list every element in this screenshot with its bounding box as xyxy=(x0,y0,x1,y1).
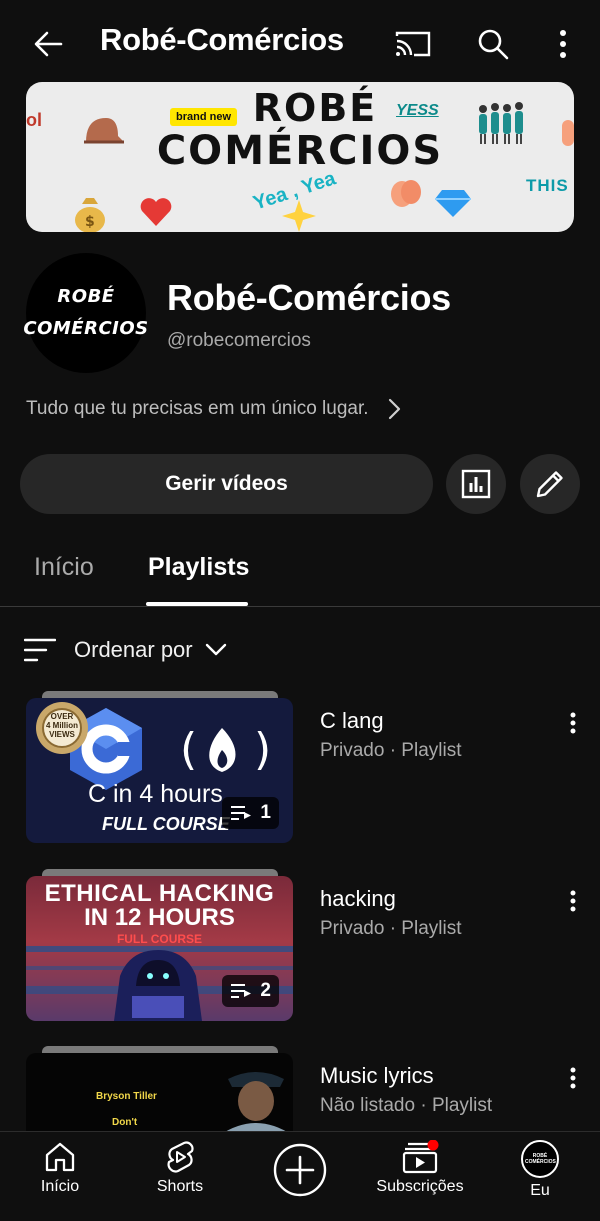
manage-videos-button[interactable]: Gerir vídeos xyxy=(20,454,433,514)
thumb-title: C in 4 hours xyxy=(88,780,223,808)
channel-banner: ol ROBÉ COMÉRCIOS brand new YESS THIS Ye… xyxy=(26,82,574,232)
banner-tag-yess: YESS xyxy=(396,102,439,119)
chevron-right-icon xyxy=(387,398,401,420)
analytics-icon xyxy=(461,469,491,499)
channel-tabs: Início Playlists xyxy=(0,535,600,607)
video-count-badge: 1 xyxy=(222,797,279,829)
cap-icon xyxy=(84,118,124,144)
sort-dropdown[interactable]: Ordenar por xyxy=(24,630,227,670)
video-count: 1 xyxy=(260,802,271,823)
home-icon xyxy=(45,1142,75,1172)
avatar-text-line1: ROBÉ xyxy=(57,286,115,307)
cast-icon[interactable] xyxy=(391,22,435,66)
playlist-title[interactable]: Music lyrics xyxy=(320,1063,434,1089)
banner-tag-brand-new: brand new xyxy=(170,108,238,126)
shorts-icon xyxy=(167,1141,194,1173)
more-vertical-icon[interactable] xyxy=(560,1063,586,1093)
playlist-title[interactable]: hacking xyxy=(320,886,396,912)
chevron-down-icon xyxy=(205,643,226,656)
badge-line2: 4 Million xyxy=(46,721,78,730)
playlist-item[interactable]: ETHICAL HACKING IN 12 HOURS FULL COURSE … xyxy=(0,869,600,1028)
arrow-left-icon[interactable] xyxy=(26,22,70,66)
analytics-button[interactable] xyxy=(446,454,506,514)
tab-playlists[interactable]: Playlists xyxy=(148,553,249,582)
channel-handle: @robecomercios xyxy=(167,330,311,351)
thumb-title-line2: IN 12 HOURS xyxy=(84,904,235,931)
create-icon xyxy=(273,1143,327,1197)
nav-shorts[interactable]: Shorts xyxy=(125,1140,235,1196)
playlist-thumbnail[interactable]: ( ) OVER 4 Million VIEWS C in 4 hours FU… xyxy=(26,698,293,843)
channel-avatar[interactable]: ROBÉ COMÉRCIOS xyxy=(23,253,149,373)
award-badge-text: OVER 4 Million VIEWS xyxy=(42,712,82,739)
playlist-icon xyxy=(231,984,252,998)
pencil-icon xyxy=(536,471,563,498)
playlist-subtitle: Privado · Playlist xyxy=(320,918,462,939)
sort-label: Ordenar por xyxy=(74,637,193,662)
avatar-text-line2: COMÉRCIOS xyxy=(23,318,149,339)
bottom-navigation: Início Shorts Subscrições ROBÉ COMÉRCIOS… xyxy=(0,1131,600,1221)
playlist-item[interactable]: ( ) OVER 4 Million VIEWS C in 4 hours FU… xyxy=(0,691,600,850)
active-tab-indicator xyxy=(146,602,248,606)
playlist-title[interactable]: C lang xyxy=(320,708,384,734)
video-count-badge: 2 xyxy=(222,975,279,1007)
page-title: Robé-Comércios xyxy=(100,22,344,57)
svg-text:$: $ xyxy=(85,214,95,230)
tab-inicio[interactable]: Início xyxy=(34,553,94,582)
badge-line1: OVER xyxy=(50,712,74,721)
playlist-thumbnail[interactable]: ETHICAL HACKING IN 12 HOURS FULL COURSE … xyxy=(26,876,293,1021)
nav-you[interactable]: ROBÉ COMÉRCIOS Eu xyxy=(485,1140,595,1200)
money-bag-icon: $ xyxy=(75,198,105,232)
nav-avatar-text: ROBÉ COMÉRCIOS xyxy=(525,1153,556,1165)
people-group-icon xyxy=(479,102,523,144)
playlist-subtitle: Privado · Playlist xyxy=(320,740,462,761)
nav-you-label: Eu xyxy=(530,1182,550,1199)
top-app-bar: Robé-Comércios xyxy=(0,0,600,84)
clapping-hands-icon xyxy=(391,180,421,207)
playlist-subtitle: Não listado · Playlist xyxy=(320,1095,493,1116)
nav-subscriptions-label: Subscrições xyxy=(376,1178,464,1195)
hand-icon xyxy=(562,120,574,146)
subscriptions-icon xyxy=(402,1140,439,1174)
channel-description[interactable]: Tudo que tu precisas em um único lugar. xyxy=(26,394,401,424)
more-vertical-icon[interactable] xyxy=(541,22,585,66)
more-vertical-icon[interactable] xyxy=(560,708,586,738)
avatar-icon: ROBÉ COMÉRCIOS xyxy=(521,1140,559,1178)
svg-text:(: ( xyxy=(180,724,197,775)
nav-home-label: Início xyxy=(40,1178,80,1195)
badge-line3: VIEWS xyxy=(49,730,75,739)
channel-description-text: Tudo que tu precisas em um único lugar. xyxy=(26,398,369,419)
nav-shorts-label: Shorts xyxy=(156,1178,204,1195)
artist-photo-icon xyxy=(220,1072,292,1135)
thumb-title: ETHICAL HACKING xyxy=(44,880,275,907)
search-icon[interactable] xyxy=(471,22,515,66)
nav-home[interactable]: Início xyxy=(5,1140,115,1196)
banner-tag-this: THIS xyxy=(526,176,569,195)
playlist-icon xyxy=(231,806,252,820)
sparkle-icon xyxy=(282,200,316,232)
video-count: 2 xyxy=(260,980,271,1001)
more-vertical-icon[interactable] xyxy=(560,886,586,916)
thumb-subtitle: Don't xyxy=(112,1117,138,1128)
thumb-title: Bryson Tiller xyxy=(96,1091,157,1102)
diamond-icon xyxy=(435,190,471,217)
heart-icon xyxy=(140,198,172,226)
edit-channel-button[interactable] xyxy=(520,454,580,514)
thumb-subtitle: FULL COURSE xyxy=(102,814,230,834)
svg-text:): ) xyxy=(254,724,271,775)
notification-dot xyxy=(427,1140,439,1151)
channel-name: Robé-Comércios xyxy=(167,277,451,318)
sort-icon xyxy=(24,638,56,662)
create-button[interactable] xyxy=(245,1142,355,1198)
nav-subscriptions[interactable]: Subscrições xyxy=(365,1140,475,1196)
thumb-subtitle: FULL COURSE xyxy=(116,932,203,946)
